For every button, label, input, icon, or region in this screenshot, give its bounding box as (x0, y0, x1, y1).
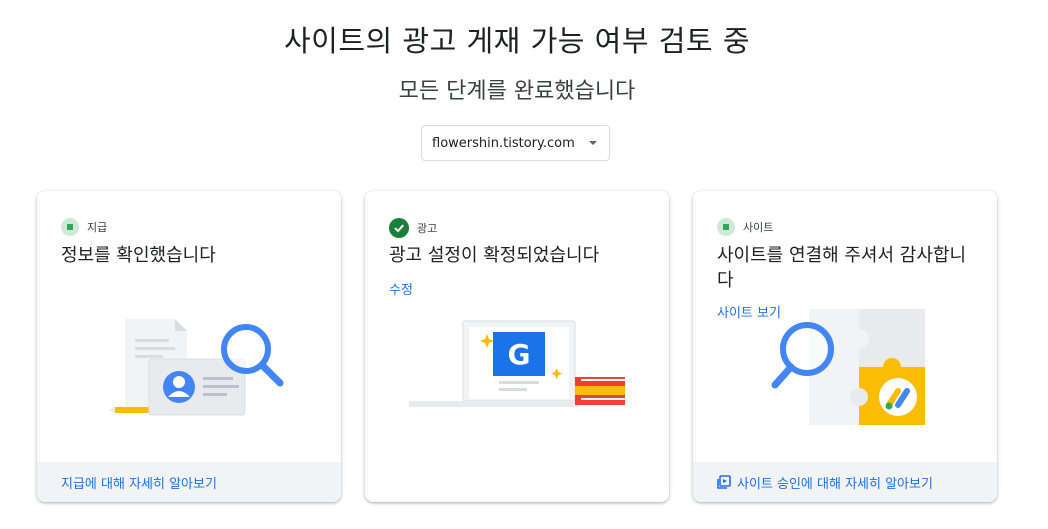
check-circle-icon (389, 218, 409, 238)
pending-status-icon (717, 218, 735, 236)
pending-status-icon (61, 218, 79, 236)
laptop-google-ads-illustration: G (409, 320, 625, 407)
card-header: 사이트 (717, 218, 773, 236)
open-in-new-icon (717, 475, 731, 489)
step-label: 광고 (417, 222, 438, 235)
step-label: 지급 (87, 221, 108, 234)
footer-link-label: 사이트 승인에 대해 자세히 알아보기 (737, 476, 933, 492)
card-header: 지급 (61, 218, 107, 236)
page-subtitle: 모든 단계를 완료했습니다 (398, 79, 636, 104)
puzzle-adsense-illustration (771, 309, 925, 425)
card-title: 광고 설정이 확정되었습니다 (389, 245, 600, 266)
site-approval-learn-more-link[interactable]: 사이트 승인에 대해 자세히 알아보기 (693, 462, 997, 502)
payment-id-search-illustration (109, 319, 284, 416)
site-selector-value: flowershin.tistory.com (432, 135, 575, 151)
page-title: 사이트의 광고 게재 가능 여부 검토 중 (283, 24, 750, 58)
payment-step-card: 지급 정보를 확인했습니다 지급에 대해 자세히 알아보기 (37, 191, 341, 502)
site-step-card: 사이트 사이트를 연결해 주셔서 감사합니다 사이트 보기 사이트 승인에 대해… (693, 191, 997, 502)
svg-text:G: G (508, 338, 531, 371)
card-title: 사이트를 연결해 주셔서 감사합니다 (717, 245, 967, 291)
ads-step-card: 광고 광고 설정이 확정되었습니다 수정 G (365, 191, 669, 502)
edit-link[interactable]: 수정 (389, 279, 413, 298)
site-selector[interactable]: flowershin.tistory.com (421, 125, 610, 161)
card-title: 정보를 확인했습니다 (61, 245, 216, 266)
dropdown-caret-icon (589, 141, 597, 145)
step-label: 사이트 (743, 221, 774, 234)
payment-learn-more-link[interactable]: 지급에 대해 자세히 알아보기 (37, 462, 341, 502)
card-header: 광고 (389, 218, 437, 238)
